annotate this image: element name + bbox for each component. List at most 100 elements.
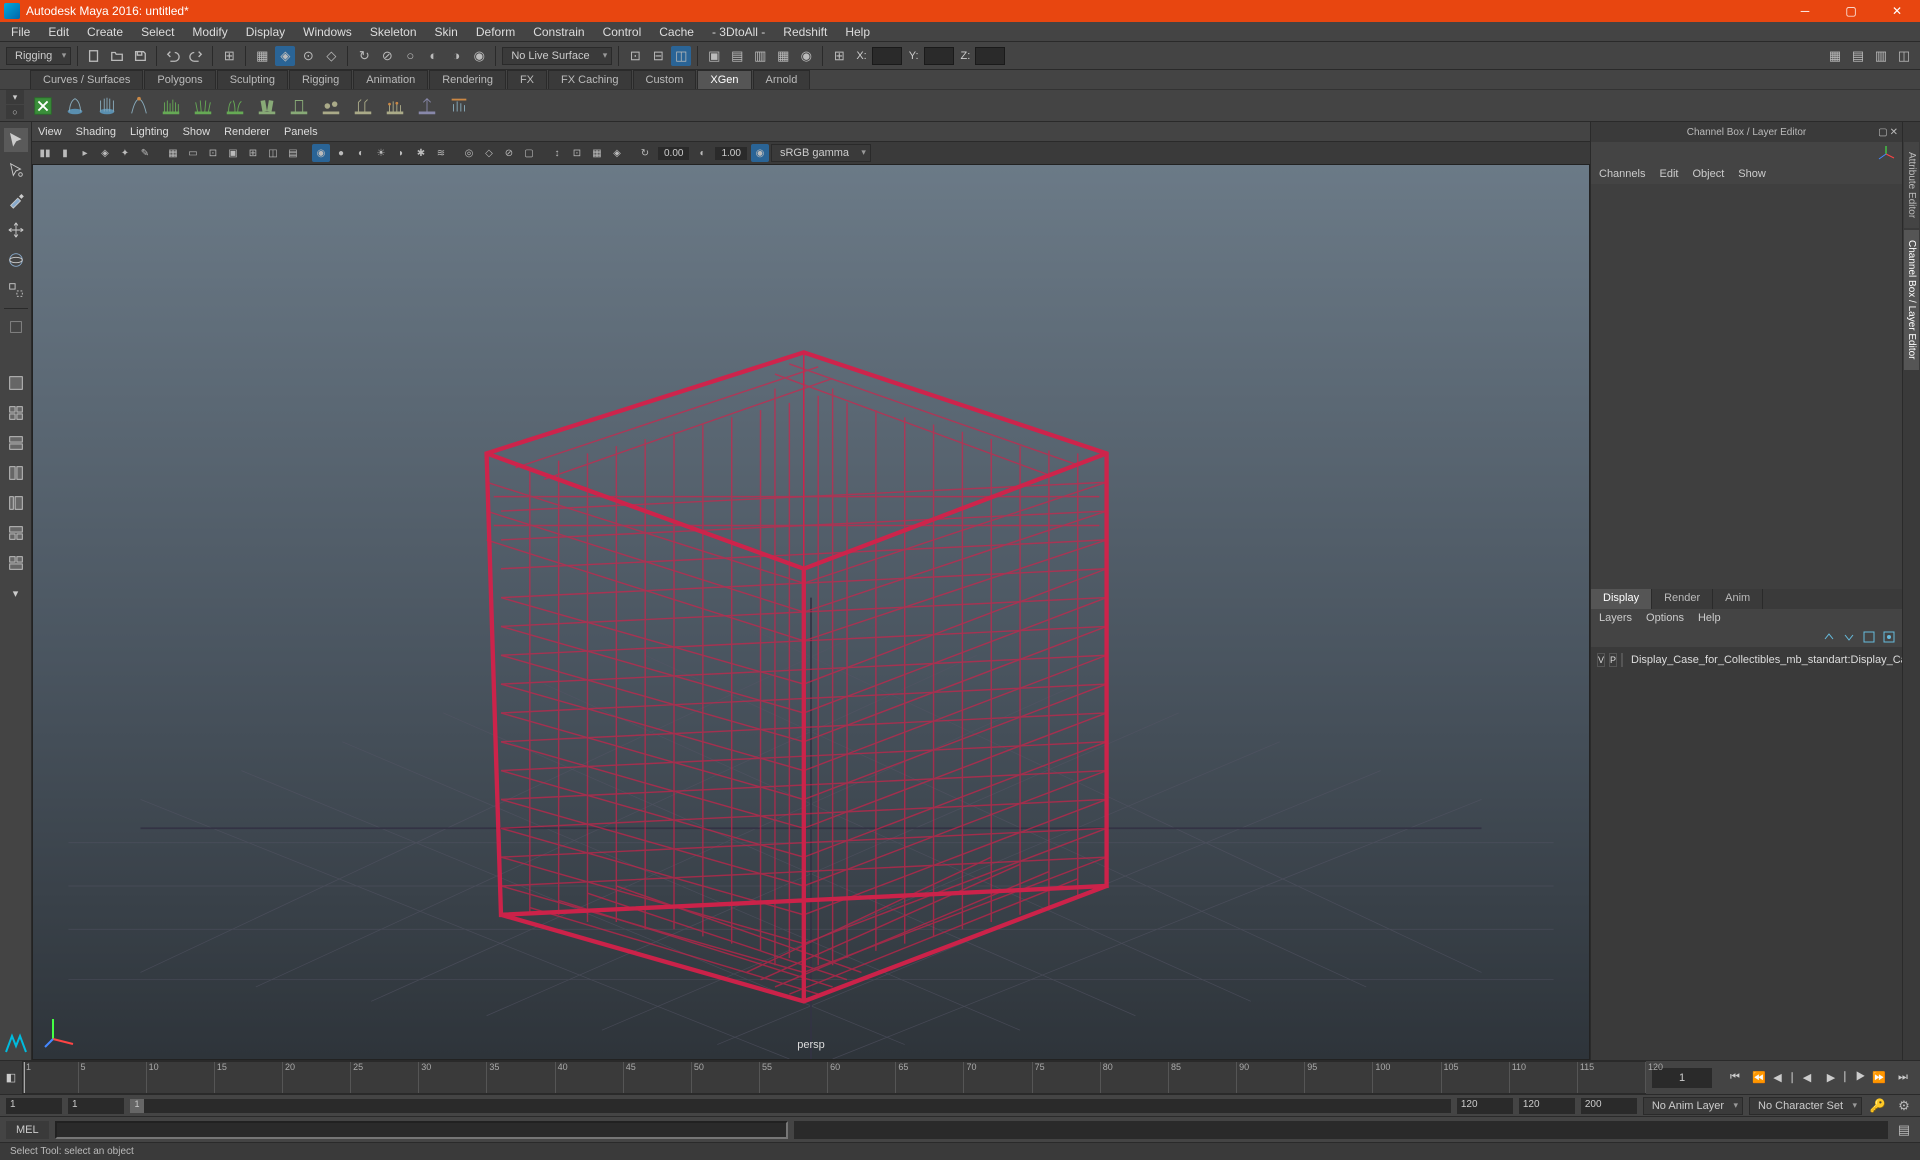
shelf-tab-polygons[interactable]: Polygons — [144, 70, 215, 89]
2d-pan-icon[interactable]: ✦ — [116, 144, 134, 162]
exposure-value[interactable]: 0.00 — [658, 147, 689, 160]
menu-control[interactable]: Control — [594, 23, 651, 41]
panel-menu-shading[interactable]: Shading — [76, 126, 116, 138]
cb-menu-show[interactable]: Show — [1738, 168, 1766, 180]
layer-tab-display[interactable]: Display — [1591, 589, 1652, 609]
panel-menu-panels[interactable]: Panels — [284, 126, 318, 138]
menu-edit[interactable]: Edit — [39, 23, 78, 41]
wireframe-icon[interactable]: ◉ — [312, 144, 330, 162]
menu-file[interactable]: File — [2, 23, 39, 41]
layout-graph-icon[interactable] — [4, 551, 28, 575]
menu-select[interactable]: Select — [132, 23, 183, 41]
vert-tab-channel-box-layer-editor[interactable]: Channel Box / Layer Editor — [1904, 230, 1919, 370]
camera-attr-icon[interactable]: ▮ — [56, 144, 74, 162]
motion-blur-icon[interactable]: ≋ — [432, 144, 450, 162]
menu-deform[interactable]: Deform — [467, 23, 524, 41]
xray-joints-icon[interactable]: ⊘ — [500, 144, 518, 162]
smooth-shade-icon[interactable]: ● — [332, 144, 350, 162]
go-to-end-icon[interactable]: ⏭ — [1892, 1067, 1914, 1089]
lasso-tool[interactable] — [4, 158, 28, 182]
grease-pencil-icon[interactable]: ✎ — [136, 144, 154, 162]
color-mgmt-icon[interactable]: ◉ — [751, 144, 769, 162]
symmetry-icon-2[interactable]: ⊟ — [648, 46, 668, 66]
bookmark-icon[interactable]: ▸ — [76, 144, 94, 162]
menu-windows[interactable]: Windows — [294, 23, 361, 41]
live-surface-dropdown[interactable]: No Live Surface — [502, 47, 612, 65]
play-back-icon[interactable]: ◀ — [1796, 1067, 1818, 1089]
scale-tool[interactable] — [4, 278, 28, 302]
gamma-value[interactable]: 1.00 — [715, 147, 746, 160]
shelf-tab-rigging[interactable]: Rigging — [289, 70, 352, 89]
isolate-select-icon[interactable]: ◎ — [460, 144, 478, 162]
cb-menu-channels[interactable]: Channels — [1599, 168, 1645, 180]
vert-tab-attribute-editor[interactable]: Attribute Editor — [1904, 142, 1919, 228]
range-slider[interactable]: 1 — [130, 1099, 1451, 1113]
gate-mask-icon[interactable]: ▣ — [224, 144, 242, 162]
menu-constrain[interactable]: Constrain — [524, 23, 593, 41]
rotate-tool[interactable] — [4, 248, 28, 272]
shelf-tab-animation[interactable]: Animation — [353, 70, 428, 89]
shelf-options-icon[interactable]: ○ — [6, 105, 24, 119]
step-forward-icon[interactable]: ⎸▶ — [1844, 1067, 1866, 1089]
step-forward-key-icon[interactable]: ⏩ — [1868, 1067, 1890, 1089]
backface-cull-icon[interactable]: ▢ — [520, 144, 538, 162]
go-to-start-icon[interactable]: ⏮ — [1724, 1067, 1746, 1089]
cmd-language-toggle[interactable]: MEL — [6, 1121, 49, 1139]
sidebar-toggle-4-icon[interactable]: ◫ — [1894, 46, 1914, 66]
xgen-instance-1-icon[interactable] — [318, 93, 344, 119]
panel-menu-renderer[interactable]: Renderer — [224, 126, 270, 138]
shelf-tab-arnold[interactable]: Arnold — [753, 70, 811, 89]
sidebar-toggle-1-icon[interactable]: ▦ — [1825, 46, 1845, 66]
field-chart-icon[interactable]: ⊞ — [244, 144, 262, 162]
step-back-icon[interactable]: ◀⎹ — [1772, 1067, 1794, 1089]
multi-sample-icon[interactable]: ▦ — [588, 144, 606, 162]
select-by-name-icon[interactable]: ⊞ — [219, 46, 239, 66]
viewport-persp[interactable]: persp — [32, 164, 1590, 1060]
image-plane-icon[interactable]: ◈ — [96, 144, 114, 162]
sidebar-toggle-3-icon[interactable]: ▥ — [1871, 46, 1891, 66]
xgen-card-2-icon[interactable] — [286, 93, 312, 119]
xgen-grass-2-icon[interactable] — [190, 93, 216, 119]
anim-end-field-2[interactable]: 200 — [1581, 1098, 1637, 1114]
layout-two-v-icon[interactable] — [4, 461, 28, 485]
manipulator-gizmo-icon[interactable] — [1876, 144, 1896, 164]
xgen-spline-3-icon[interactable] — [126, 93, 152, 119]
layout-outliner-icon[interactable] — [4, 491, 28, 515]
layer-tab-render[interactable]: Render — [1652, 589, 1713, 609]
gamma-reset-icon[interactable]: ◐ — [693, 144, 711, 162]
shelf-tab-fx[interactable]: FX — [507, 70, 547, 89]
history-icon[interactable]: ↻ — [354, 46, 374, 66]
depth-of-field-icon[interactable]: ↕ — [548, 144, 566, 162]
anim-start-field[interactable]: 1 — [6, 1098, 62, 1114]
menu--dtoall-[interactable]: - 3DtoAll - — [703, 23, 774, 41]
hypershade-icon[interactable]: ▦ — [773, 46, 793, 66]
dock-icon[interactable]: ▢ — [1878, 127, 1887, 138]
menu-display[interactable]: Display — [237, 23, 294, 41]
xgen-create-icon[interactable] — [30, 93, 56, 119]
panel-layout-icon[interactable]: ⊞ — [829, 46, 849, 66]
colorspace-dropdown[interactable]: sRGB gamma — [771, 144, 871, 162]
move-tool[interactable] — [4, 218, 28, 242]
xgen-instance-3-icon[interactable] — [382, 93, 408, 119]
render-icon[interactable]: ▣ — [704, 46, 724, 66]
anim-layer-dropdown[interactable]: No Anim Layer — [1643, 1097, 1743, 1115]
layer-new-empty-icon[interactable] — [1862, 630, 1876, 644]
menu-create[interactable]: Create — [78, 23, 132, 41]
safe-action-icon[interactable]: ◫ — [264, 144, 282, 162]
shelf-tab-fx-caching[interactable]: FX Caching — [548, 70, 631, 89]
layout-four-icon[interactable] — [4, 401, 28, 425]
minimize-button[interactable]: ─ — [1782, 0, 1828, 22]
layout-persp-icon[interactable] — [4, 521, 28, 545]
select-tool[interactable] — [4, 128, 28, 152]
command-input[interactable] — [55, 1121, 788, 1139]
render-view-icon[interactable]: ◉ — [796, 46, 816, 66]
xgen-spline-1-icon[interactable] — [62, 93, 88, 119]
anim-end-field[interactable]: 120 — [1519, 1098, 1575, 1114]
xgen-grass-3-icon[interactable] — [222, 93, 248, 119]
step-back-key-icon[interactable]: ⏪ — [1748, 1067, 1770, 1089]
screen-space-ao-icon[interactable]: ◈ — [608, 144, 626, 162]
film-gate-icon[interactable]: ▭ — [184, 144, 202, 162]
panel-menu-view[interactable]: View — [38, 126, 62, 138]
construction-history-icon-3[interactable]: ◑ — [446, 46, 466, 66]
layer-menu-help[interactable]: Help — [1698, 612, 1721, 624]
